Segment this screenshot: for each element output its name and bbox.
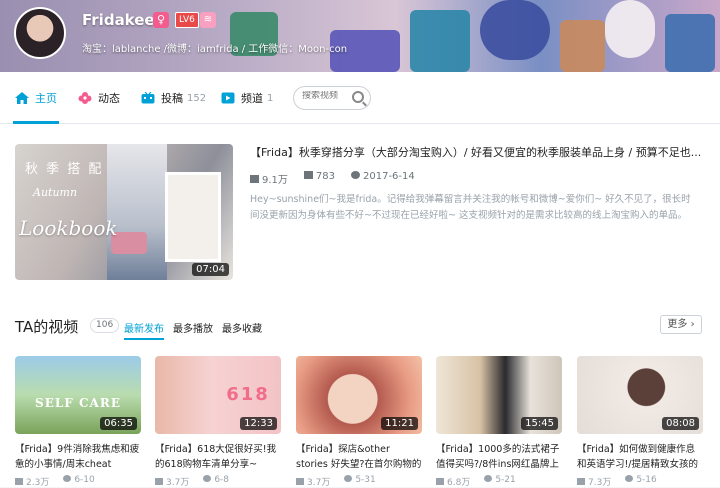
search-input[interactable] <box>302 91 350 101</box>
tab-dynamics-label: 动态 <box>98 92 120 105</box>
publish-date: 6-8 <box>203 475 229 488</box>
thumb-label: 618 <box>226 384 270 405</box>
video-card[interactable]: 08:08 【Frida】如何做到健康作息和英语学习!/提居精致女孩的晚 7.3… <box>577 356 703 488</box>
tab-channels-label: 频道 <box>241 92 263 105</box>
thumb-text-lookbook: Lookbook <box>19 216 118 240</box>
clock-icon <box>203 475 212 482</box>
video-duration: 11:21 <box>381 417 418 430</box>
channel-icon <box>221 92 235 104</box>
level-badge: LV6 <box>175 12 199 28</box>
outfit-photo <box>165 172 221 262</box>
view-count: 3.7万 <box>296 475 330 488</box>
thumb-text-autumn: Autumn <box>33 186 78 199</box>
video-thumbnail[interactable]: 15:45 <box>436 356 562 434</box>
sort-most-favorited[interactable]: 最多收藏 <box>222 320 262 335</box>
video-duration: 08:08 <box>662 417 699 430</box>
featured-video-title[interactable]: 【Frida】秋季穿搭分享（大部分淘宝购入）/ 好看又便宜的秋季服装单品上身 /… <box>250 144 702 160</box>
clock-icon <box>625 475 634 482</box>
video-card[interactable]: 15:45 【Frida】1000多的法式裙子值得买吗?/8件ins网红晶牌上 … <box>436 356 562 488</box>
video-thumbnail[interactable]: 08:08 <box>577 356 703 434</box>
main-content: 秋 季 搭 配 Autumn Lookbook 07:04 【Frida】秋季穿… <box>0 124 720 488</box>
video-card[interactable]: 618 12:33 【Frida】618大促很好买!我的618购物车清单分享~ … <box>155 356 281 488</box>
featured-video-stats: 9.1万 783 2017-6-14 <box>250 171 415 186</box>
video-duration: 12:33 <box>240 417 277 430</box>
play-icon <box>155 478 163 485</box>
home-icon <box>15 92 29 104</box>
view-count: 2.3万 <box>15 475 49 488</box>
clock-icon <box>63 475 72 482</box>
gift-box-decoration <box>560 20 605 72</box>
profile-banner: Fridakeee ♀ LV6 ≋ 淘宝：lablanche /微博：iamfr… <box>0 0 720 72</box>
section-video-count: 106 <box>90 318 120 333</box>
danmaku-count: 783 <box>303 171 335 186</box>
view-count: 9.1万 <box>250 171 288 186</box>
video-title[interactable]: 【Frida】9件消除我焦虑和疲惫的小事情/周末cheat <box>15 442 141 472</box>
tab-uploads-label: 投稿 <box>161 92 183 105</box>
person-image <box>107 144 167 280</box>
gift-box-decoration <box>410 10 470 72</box>
profile-sign: 淘宝：lablanche /微博：iamfrida / 工作微信：Moon-co… <box>82 44 348 55</box>
flower-icon <box>78 92 92 104</box>
avatar[interactable] <box>14 7 66 59</box>
video-card[interactable]: 11:21 【Frida】探店&other stories 好失望?在首尔购物的… <box>296 356 422 488</box>
publish-date: 2017-6-14 <box>351 171 415 186</box>
danmaku-icon <box>303 171 313 179</box>
video-title[interactable]: 【Frida】如何做到健康作息和英语学习!/提居精致女孩的晚 <box>577 442 703 472</box>
sort-most-played[interactable]: 最多播放 <box>173 320 213 335</box>
play-icon <box>15 478 23 485</box>
video-thumbnail[interactable]: SELF CARE 06:35 <box>15 356 141 434</box>
thumb-text-cn: 秋 季 搭 配 <box>25 162 104 177</box>
uploads-count: 152 <box>187 92 207 104</box>
bunny-decoration <box>605 0 655 58</box>
gift-box-decoration <box>665 14 715 72</box>
play-icon <box>250 175 259 183</box>
publish-date: 5-31 <box>344 475 376 488</box>
video-duration: 07:04 <box>192 263 229 276</box>
video-thumbnail[interactable]: 618 12:33 <box>155 356 281 434</box>
publish-date: 5-16 <box>625 475 657 488</box>
publish-date: 5-21 <box>484 475 516 488</box>
channels-count: 1 <box>267 92 274 104</box>
chevron-right-icon: › <box>690 319 695 330</box>
vip-icon: ≋ <box>200 12 216 28</box>
tv-icon <box>141 92 155 104</box>
tab-home-label: 主页 <box>35 92 57 105</box>
more-button[interactable]: 更多 › <box>660 315 702 334</box>
sort-latest[interactable]: 最新发布 <box>124 320 164 340</box>
video-title[interactable]: 【Frida】1000多的法式裙子值得买吗?/8件ins网红晶牌上 <box>436 442 562 472</box>
search-icon[interactable] <box>352 91 364 103</box>
character-decoration <box>480 0 550 60</box>
tab-dynamics[interactable]: 动态 <box>78 72 120 124</box>
section-title: TA的视频 <box>15 318 79 336</box>
clock-icon <box>344 475 353 482</box>
thumb-label: SELF CARE <box>35 396 121 410</box>
tab-channels[interactable]: 频道 1 <box>221 72 273 124</box>
play-icon <box>436 478 444 485</box>
video-duration: 15:45 <box>521 417 558 430</box>
view-count: 7.3万 <box>577 475 611 488</box>
female-gender-icon: ♀ <box>153 12 169 28</box>
view-count: 6.8万 <box>436 475 470 488</box>
video-duration: 06:35 <box>100 417 137 430</box>
video-search[interactable] <box>293 86 371 110</box>
featured-video-thumbnail[interactable]: 秋 季 搭 配 Autumn Lookbook 07:04 <box>15 144 233 280</box>
featured-video-description: Hey~sunshine们~我是frida。记得给我弹幕留言并关注我的帐号和微博… <box>250 194 691 221</box>
tab-uploads[interactable]: 投稿 152 <box>141 72 206 124</box>
clock-icon <box>484 475 493 482</box>
video-title[interactable]: 【Frida】探店&other stories 好失望?在首尔购物的 <box>296 442 422 472</box>
play-icon <box>296 478 304 485</box>
clock-icon <box>351 171 360 179</box>
play-icon <box>577 478 585 485</box>
view-count: 3.7万 <box>155 475 189 488</box>
video-thumbnail[interactable]: 11:21 <box>296 356 422 434</box>
publish-date: 6-10 <box>63 475 95 488</box>
video-title[interactable]: 【Frida】618大促很好买!我的618购物车清单分享~ <box>155 442 281 472</box>
video-card[interactable]: SELF CARE 06:35 【Frida】9件消除我焦虑和疲惫的小事情/周末… <box>15 356 141 488</box>
tab-home[interactable]: 主页 <box>13 72 59 124</box>
